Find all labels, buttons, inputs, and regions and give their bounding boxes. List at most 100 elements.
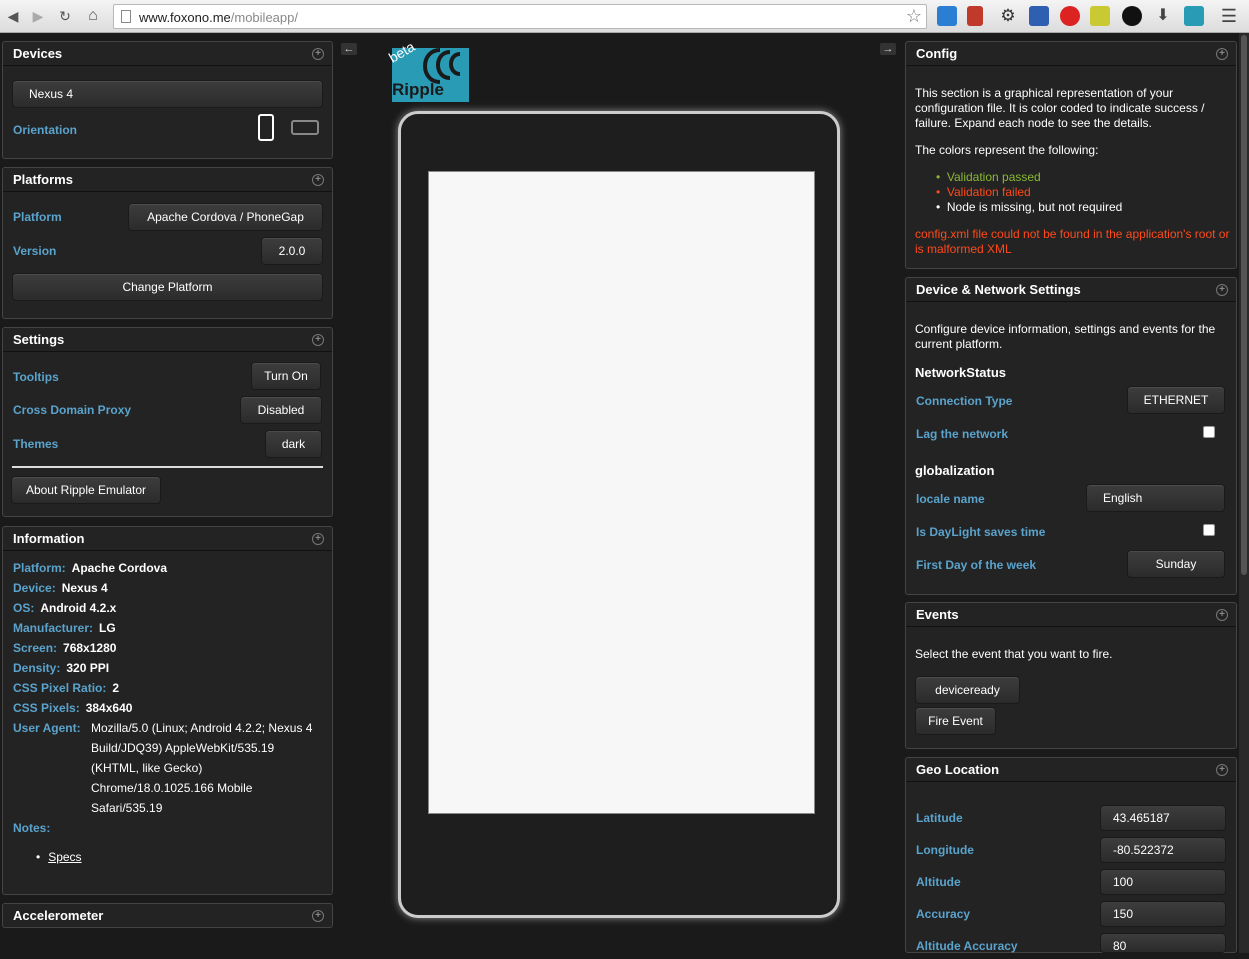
gear-extension-icon[interactable]: ⚙	[998, 6, 1018, 26]
proxy-label: Cross Domain Proxy	[13, 403, 132, 417]
expand-icon[interactable]: +	[1216, 284, 1228, 296]
expand-icon[interactable]: +	[312, 48, 324, 60]
translate-extension-icon[interactable]	[937, 6, 957, 26]
about-button[interactable]: About Ripple Emulator	[11, 476, 161, 504]
legend-passed: • Validation passed	[936, 170, 1041, 184]
ripple-wordmark: Ripple	[392, 80, 444, 99]
scrollbar-thumb[interactable]	[1241, 35, 1247, 575]
reload-icon[interactable]: ↻	[55, 6, 75, 26]
tooltips-toggle[interactable]: Turn On	[251, 362, 321, 390]
specs-link[interactable]: Specs	[48, 850, 81, 864]
globalization-heading: globalization	[915, 463, 995, 478]
portrait-icon[interactable]	[258, 114, 274, 141]
connection-type-label: Connection Type	[916, 394, 1013, 408]
device-network-intro: Configure device information, settings a…	[915, 322, 1216, 351]
device-screen[interactable]	[428, 171, 815, 814]
user-agent-value: Mozilla/5.0 (Linux; Android 4.2.2; Nexus…	[91, 721, 313, 815]
lag-network-label: Lag the network	[916, 427, 1009, 441]
collapse-right-icon[interactable]: →	[880, 43, 896, 55]
network-heading: NetworkStatus	[915, 365, 1007, 380]
proxy-select[interactable]: Disabled	[240, 396, 322, 424]
first-day-select[interactable]: Sunday	[1127, 550, 1225, 578]
altitude-label: Altitude	[916, 875, 961, 889]
accelerometer-panel: Accelerometer +	[2, 903, 333, 928]
event-select[interactable]: deviceready	[915, 676, 1020, 704]
version-label: Version	[13, 244, 57, 258]
expand-icon[interactable]: +	[312, 174, 324, 186]
information-panel: Information + Platform: Apache Cordova De…	[2, 526, 333, 895]
bookmark-extension-icon[interactable]	[967, 6, 983, 26]
scrollbar[interactable]	[1239, 33, 1249, 953]
version-select[interactable]: 2.0.0	[261, 237, 323, 265]
daylight-label: Is DayLight saves time	[916, 525, 1046, 539]
bullet-icon: •	[36, 850, 41, 864]
bookmark-star-icon[interactable]: ☆	[906, 6, 922, 26]
checklist-extension-icon[interactable]	[1029, 6, 1049, 26]
camera-extension-icon[interactable]	[1122, 6, 1142, 26]
altitude-input[interactable]: 100	[1100, 869, 1226, 895]
expand-icon[interactable]: +	[1216, 764, 1228, 776]
info-os: OS: Android 4.2.x	[13, 601, 117, 615]
back-icon[interactable]: ◀	[3, 6, 23, 26]
altitude-accuracy-input[interactable]: 80	[1100, 933, 1226, 953]
home-icon[interactable]: ⌂	[83, 6, 103, 26]
config-title: Config	[916, 46, 958, 61]
expand-icon[interactable]: +	[312, 334, 324, 346]
address-bar[interactable]: www.foxono.me/mobileapp/ ☆	[113, 4, 927, 29]
legend-missing: • Node is missing, but not required	[936, 200, 1123, 214]
events-title: Events	[916, 607, 959, 622]
config-intro: This section is a graphical representati…	[915, 86, 1205, 130]
daylight-checkbox[interactable]	[1203, 524, 1215, 536]
platforms-panel: Platforms + Platform Apache Cordova / Ph…	[2, 167, 333, 319]
devices-panel: Devices + Nexus 4 Orientation	[2, 41, 333, 159]
accelerometer-title: Accelerometer	[13, 908, 104, 923]
landscape-icon[interactable]	[291, 120, 319, 135]
user-agent-label: User Agent:	[13, 721, 81, 735]
browser-toolbar: ◀ ▶ ↻ ⌂ www.foxono.me/mobileapp/ ☆ ⚙ ⬇ ☰	[0, 0, 1249, 33]
longitude-label: Longitude	[916, 843, 974, 857]
power-extension-icon[interactable]	[1060, 6, 1080, 26]
info-density: Density: 320 PPI	[13, 661, 110, 675]
devices-title: Devices	[13, 46, 63, 61]
forward-icon[interactable]: ▶	[28, 6, 48, 26]
menu-icon[interactable]: ☰	[1219, 6, 1239, 26]
info-pixel-ratio: CSS Pixel Ratio: 2	[13, 681, 120, 695]
locale-select[interactable]: English	[1086, 484, 1225, 512]
info-css-pixels: CSS Pixels: 384x640	[13, 701, 133, 715]
settings-panel: Settings + Tooltips Turn On Cross Domain…	[2, 327, 333, 517]
collapse-left-icon[interactable]: ←	[341, 43, 357, 55]
platforms-title: Platforms	[13, 172, 73, 187]
download-icon[interactable]: ⬇	[1153, 6, 1173, 26]
accuracy-label: Accuracy	[916, 907, 971, 921]
longitude-input[interactable]: -80.522372	[1100, 837, 1226, 863]
altitude-accuracy-label: Altitude Accuracy	[916, 939, 1018, 953]
expand-icon[interactable]: +	[312, 533, 324, 545]
themes-select[interactable]: dark	[265, 430, 322, 458]
orientation-label: Orientation	[13, 123, 78, 137]
info-manufacturer: Manufacturer: LG	[13, 621, 116, 635]
events-panel: Events + Select the event that you want …	[905, 602, 1237, 749]
platform-select[interactable]: Apache Cordova / PhoneGap	[128, 203, 323, 231]
geo-title: Geo Location	[916, 762, 1000, 777]
expand-icon[interactable]: +	[312, 910, 324, 922]
locale-label: locale name	[916, 492, 985, 506]
change-platform-button[interactable]: Change Platform	[12, 273, 323, 301]
first-day-label: First Day of the week	[916, 558, 1037, 572]
ripple-logo: beta Ripple	[386, 38, 470, 102]
settings-title: Settings	[13, 332, 65, 347]
latitude-input[interactable]: 43.465187	[1100, 805, 1226, 831]
config-error: config.xml file could not be found in th…	[915, 227, 1230, 256]
url-host: www.foxono.me	[139, 10, 231, 25]
config-colors-intro: The colors represent the following:	[915, 143, 1099, 157]
expand-icon[interactable]: +	[1216, 609, 1228, 621]
device-select[interactable]: Nexus 4	[12, 80, 323, 108]
accuracy-input[interactable]: 150	[1100, 901, 1226, 927]
fire-event-button[interactable]: Fire Event	[915, 707, 996, 735]
new-extension-icon[interactable]	[1090, 6, 1110, 26]
connection-type-select[interactable]: ETHERNET	[1127, 386, 1225, 414]
device-network-title: Device & Network Settings	[916, 282, 1081, 297]
ripple-extension-icon[interactable]	[1184, 6, 1204, 26]
platform-label: Platform	[13, 210, 62, 224]
lag-network-checkbox[interactable]	[1203, 426, 1215, 438]
expand-icon[interactable]: +	[1216, 48, 1228, 60]
